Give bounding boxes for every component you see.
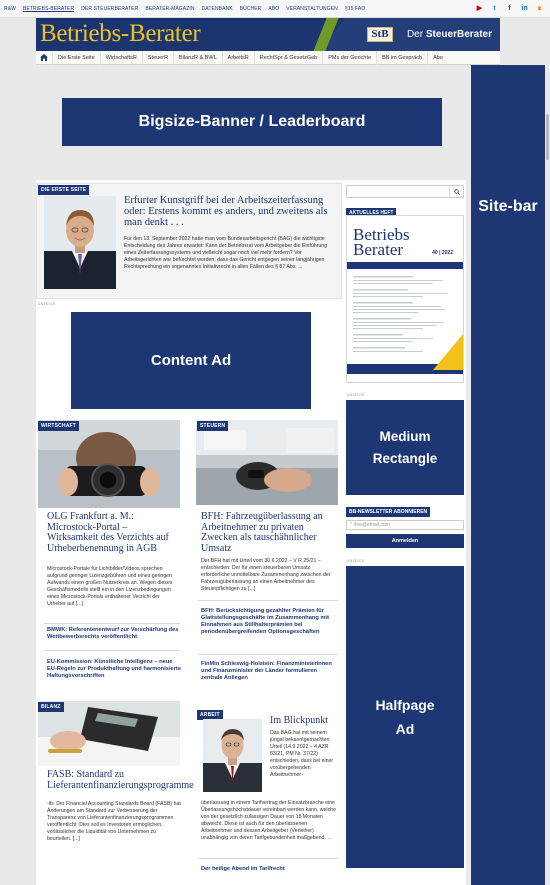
- steuern-headline[interactable]: BFH: Fahrzeugüberlassung an Arbeitnehmer…: [201, 511, 337, 554]
- erste-seite-headline[interactable]: Erfurter Kunstgriff bei der Arbeitszeite…: [124, 195, 336, 228]
- steuerberater-title[interactable]: Der SteuerBerater: [407, 29, 492, 40]
- page: R&W BETRIEBS-BERATER DER STEUERBERATER B…: [0, 0, 550, 885]
- wirtschaft-camera-image[interactable]: [38, 420, 180, 508]
- steuern-kicker: STEUERN: [197, 421, 229, 431]
- steuerberater-title-prefix: Der: [406, 29, 426, 40]
- newsletter-subscribe-button[interactable]: Anmelden: [346, 534, 464, 548]
- main-navigation: Die Erste Seite WirtschaftsR SteuerR Bil…: [36, 50, 500, 65]
- steuern-body: Der BFH hat mit Urteil vom 30.6.2022 – V…: [201, 558, 331, 592]
- nav-abo[interactable]: Abo: [427, 50, 448, 65]
- site-logo[interactable]: Betriebs-Berater: [40, 20, 201, 48]
- anzeige-label: ANZEIGE: [38, 302, 56, 306]
- nav-rechtspr-gesetzgeb[interactable]: RechtSpr & GesetzGeb: [253, 50, 322, 65]
- steuern-divider-2: [198, 654, 338, 655]
- magazine-blue-strip: [347, 262, 463, 269]
- wirtschaft-link-bmwk[interactable]: BMWK: Referentenentwurf zur Verschärfung…: [47, 627, 181, 641]
- arbeit-divider: [198, 858, 338, 859]
- anzeige-label-medium: ANZEIGE: [347, 393, 365, 397]
- toplink-betriebs-berater[interactable]: BETRIEBS-BERATER: [23, 6, 74, 12]
- arbeit-headline[interactable]: Im Blickpunkt: [270, 715, 340, 727]
- steuern-link-praemien[interactable]: BFH: Berücksichtigung gezahlter Prämien …: [201, 608, 337, 636]
- arbeit-body-bottom: überlassung in einem Tarifvertrag der Ei…: [201, 800, 336, 841]
- halfpage-ad[interactable]: Halfpage Ad: [346, 566, 464, 868]
- toplink-buecher[interactable]: BÜCHER: [240, 6, 262, 12]
- toplink-berater-magazin[interactable]: BERATER-MAGAZIN: [145, 6, 194, 12]
- social-links: ▶ t f in ∎: [475, 4, 544, 13]
- steuern-divider-1: [198, 600, 338, 601]
- wirtschaft-divider-2: [44, 650, 180, 651]
- facebook-icon[interactable]: f: [505, 4, 514, 13]
- newsletter-kicker: BB-NEWSLETTER ABONNIEREN: [346, 507, 431, 517]
- current-issue-cover[interactable]: Betriebs Berater 40 | 2022: [346, 215, 464, 383]
- sitebar-ad[interactable]: Site-bar: [471, 65, 545, 885]
- bilanz-body: -tb- Der Financial Accounting Standards …: [47, 801, 181, 842]
- wirtschaft-kicker: WIRTSCHAFT: [38, 421, 80, 431]
- wirtschaft-divider-1: [44, 623, 180, 624]
- medium-rectangle-ad[interactable]: Medium Rectangle: [346, 400, 464, 495]
- linkedin-icon[interactable]: in: [520, 4, 529, 13]
- nav-die-erste-seite[interactable]: Die Erste Seite: [52, 50, 100, 65]
- nav-wirtschaftsr[interactable]: WirtschaftsR: [99, 50, 142, 65]
- wirtschaft-link-eu[interactable]: EU-Kommission: Künstliche Intelligenz – …: [47, 659, 181, 680]
- bilanz-kicker: BILANZ: [38, 702, 64, 712]
- steuern-car-keys-image[interactable]: [196, 420, 338, 505]
- arbeit-portrait-image[interactable]: [203, 719, 262, 792]
- erste-seite-kicker: DIE ERSTE SEITE: [38, 185, 90, 195]
- steuerberater-title-bold: SteuerBerater: [425, 29, 492, 40]
- magazine-toc-lines: [347, 276, 463, 374]
- arbeit-body-top: Das BAG hat mit seinem jüngst bekanntgem…: [270, 730, 334, 778]
- home-icon[interactable]: [36, 51, 52, 65]
- search-icon[interactable]: [449, 186, 463, 197]
- wirtschaft-headline[interactable]: OLG Frankfurt a. M.: Microstock-Portal –…: [47, 511, 179, 554]
- newsletter-email-field[interactable]: * Ihre@email.com: [346, 520, 464, 530]
- site-header: Betriebs-Berater StB Der SteuerBerater: [36, 18, 500, 51]
- search-input[interactable]: [346, 185, 464, 198]
- toplink-datenbank[interactable]: DATENBANK: [202, 6, 233, 12]
- rss-icon[interactable]: ∎: [535, 4, 544, 13]
- bilanz-headline[interactable]: FASB: Standard zu Lieferantenfinanzierun…: [47, 769, 194, 791]
- magazine-issue-number: 40 | 2022: [432, 250, 453, 256]
- toplink-der-steuerberater[interactable]: DER STEUERBERATER: [81, 6, 138, 12]
- top-utility-bar: R&W BETRIEBS-BERATER DER STEUERBERATER B…: [0, 0, 550, 18]
- erste-seite-body: Für den 13. September 2022 hatte man vom…: [124, 236, 328, 270]
- scrollbar-thumb[interactable]: [546, 114, 549, 160]
- nav-bilanzr-bwl[interactable]: BilanzR & BWL: [173, 50, 222, 65]
- youtube-icon[interactable]: ▶: [475, 4, 484, 13]
- nav-bb-im-gespraech[interactable]: BB im Gespräch: [376, 50, 427, 65]
- twitter-icon[interactable]: t: [490, 4, 499, 13]
- toplink-rw[interactable]: R&W: [4, 6, 16, 12]
- magazine-title-2: Berater: [353, 240, 404, 259]
- toplink-veranstaltungen[interactable]: VERANSTALTUNGEN: [286, 6, 338, 12]
- nav-arbeitsr[interactable]: ArbeitsR: [221, 50, 254, 65]
- nav-pms-der-gerichte[interactable]: PMs der Gerichte: [322, 50, 376, 65]
- toplink-15-fao[interactable]: §15 FAO: [345, 6, 365, 12]
- toplink-abo[interactable]: ABO: [268, 6, 279, 12]
- anzeige-label-halfpage: ANZEIGE: [347, 559, 365, 563]
- content-ad[interactable]: Content Ad: [71, 312, 311, 409]
- wirtschaft-body: Microstock-Portale für Lichtbilder/Video…: [47, 566, 173, 607]
- leaderboard-ad[interactable]: Bigsize-Banner / Leaderboard: [62, 98, 442, 146]
- author-portrait-image[interactable]: [44, 196, 116, 289]
- nav-steuerr[interactable]: SteuerR: [141, 50, 173, 65]
- arbeit-link-heilige-abend[interactable]: Der heilige Abend im Tarifrecht: [201, 866, 337, 873]
- stb-logo-badge: StB: [367, 27, 393, 42]
- steuern-link-finmin[interactable]: FinMin Schleswig-Holstein: Finanzministe…: [201, 661, 337, 682]
